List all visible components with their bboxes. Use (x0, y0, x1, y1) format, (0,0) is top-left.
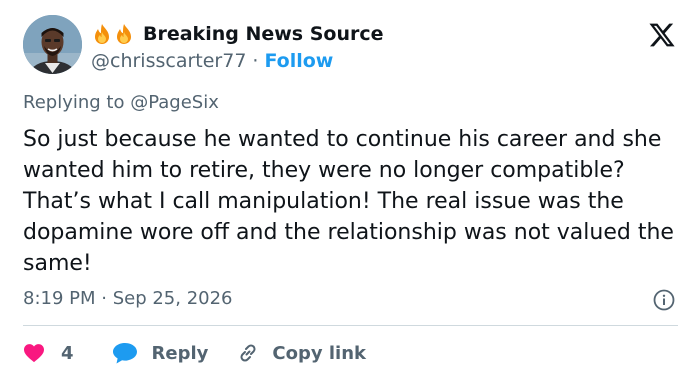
x-logo-icon[interactable] (648, 21, 676, 49)
like-count: 4 (61, 342, 74, 364)
separator-dot: · (252, 50, 259, 72)
link-icon (240, 344, 256, 362)
tweet-text: So just because he wanted to continue hi… (23, 127, 674, 276)
handle-row: @chrisscarter77 · Follow (91, 48, 384, 74)
copy-link-label: Copy link (272, 342, 366, 364)
avatar-image (23, 15, 82, 74)
heart-icon (24, 344, 44, 363)
replying-to-line: Replying to @PageSix (23, 92, 219, 113)
reply-mention-link[interactable]: @PageSix (130, 92, 219, 113)
like-button[interactable]: 4 (23, 343, 74, 364)
action-bar: 4 Reply Copy link (23, 338, 366, 368)
divider (23, 325, 678, 326)
tweet-date: Sep 25, 2026 (112, 288, 233, 309)
user-handle[interactable]: @chrisscarter77 (91, 50, 246, 72)
avatar[interactable] (23, 15, 82, 74)
copy-link-button[interactable]: Copy link (236, 341, 366, 365)
follow-button[interactable]: Follow (264, 50, 333, 72)
fire-icon (117, 24, 131, 44)
info-icon[interactable] (653, 289, 675, 311)
speech-bubble-icon (112, 343, 137, 364)
reply-button[interactable]: Reply (112, 342, 209, 364)
display-name[interactable]: Breaking News Source (143, 23, 384, 45)
tweet-time: 8:19 PM (23, 288, 96, 309)
fire-icon (95, 24, 109, 44)
fire-emoji-group (91, 23, 135, 45)
reply-label: Reply (151, 342, 209, 364)
timestamp-separator: · (95, 288, 113, 309)
replying-to-prefix: Replying to (23, 92, 131, 113)
tweet-embed-card: Breaking News Source @chrisscarter77 · F… (0, 0, 700, 379)
timestamp-row[interactable]: 8:19 PM · Sep 25, 2026 (23, 288, 233, 309)
author-header: Breaking News Source @chrisscarter77 · F… (91, 20, 384, 74)
author-name-row: Breaking News Source (91, 20, 384, 48)
